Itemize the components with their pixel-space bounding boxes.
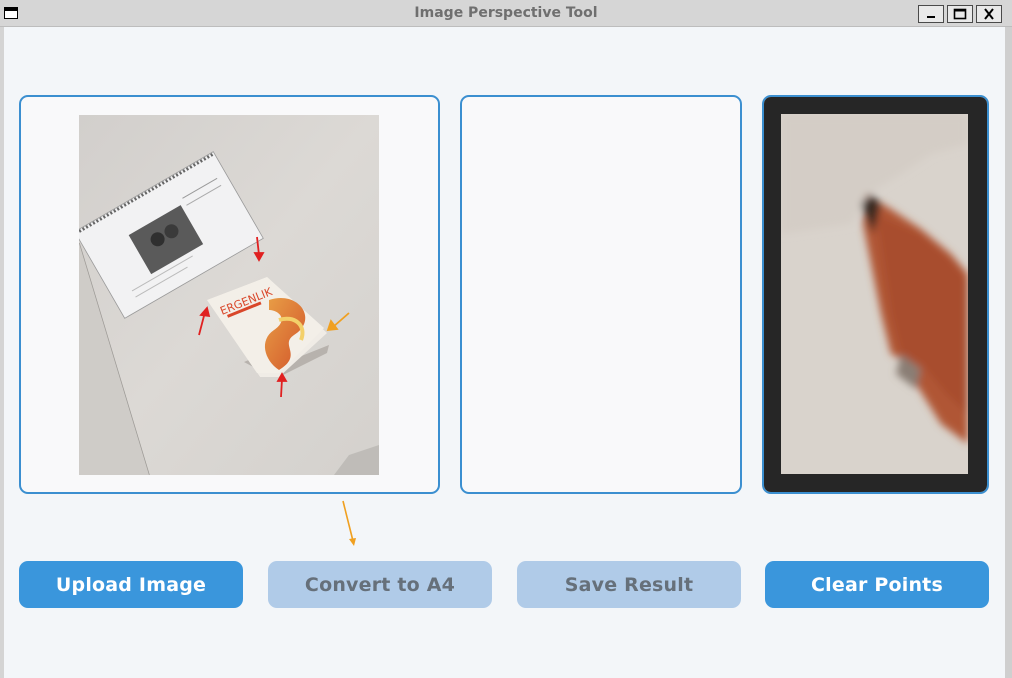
app-window: Image Perspective Tool ERGENLIK Upload I… — [0, 0, 1012, 678]
convert-to-a4-button[interactable]: Convert to A4 — [268, 561, 492, 608]
result-panel — [460, 95, 742, 494]
close-icon[interactable] — [976, 5, 1002, 23]
source-image-panel[interactable]: ERGENLIK — [19, 95, 440, 494]
clear-points-button[interactable]: Clear Points — [765, 561, 989, 608]
zoom-preview-panel — [762, 95, 989, 494]
maximize-icon[interactable] — [947, 5, 973, 23]
title-bar[interactable]: Image Perspective Tool — [0, 0, 1012, 27]
annotation-arrow — [342, 500, 356, 546]
upload-image-button[interactable]: Upload Image — [19, 561, 243, 608]
save-result-button[interactable]: Save Result — [517, 561, 741, 608]
main-area: ERGENLIK Upload Image Convert to A4 Save… — [4, 27, 1005, 678]
minimize-icon[interactable] — [918, 5, 944, 23]
window-edge — [1005, 27, 1012, 678]
zoom-preview-image — [781, 114, 968, 474]
window-title: Image Perspective Tool — [414, 5, 598, 21]
source-photo[interactable]: ERGENLIK — [79, 115, 379, 475]
